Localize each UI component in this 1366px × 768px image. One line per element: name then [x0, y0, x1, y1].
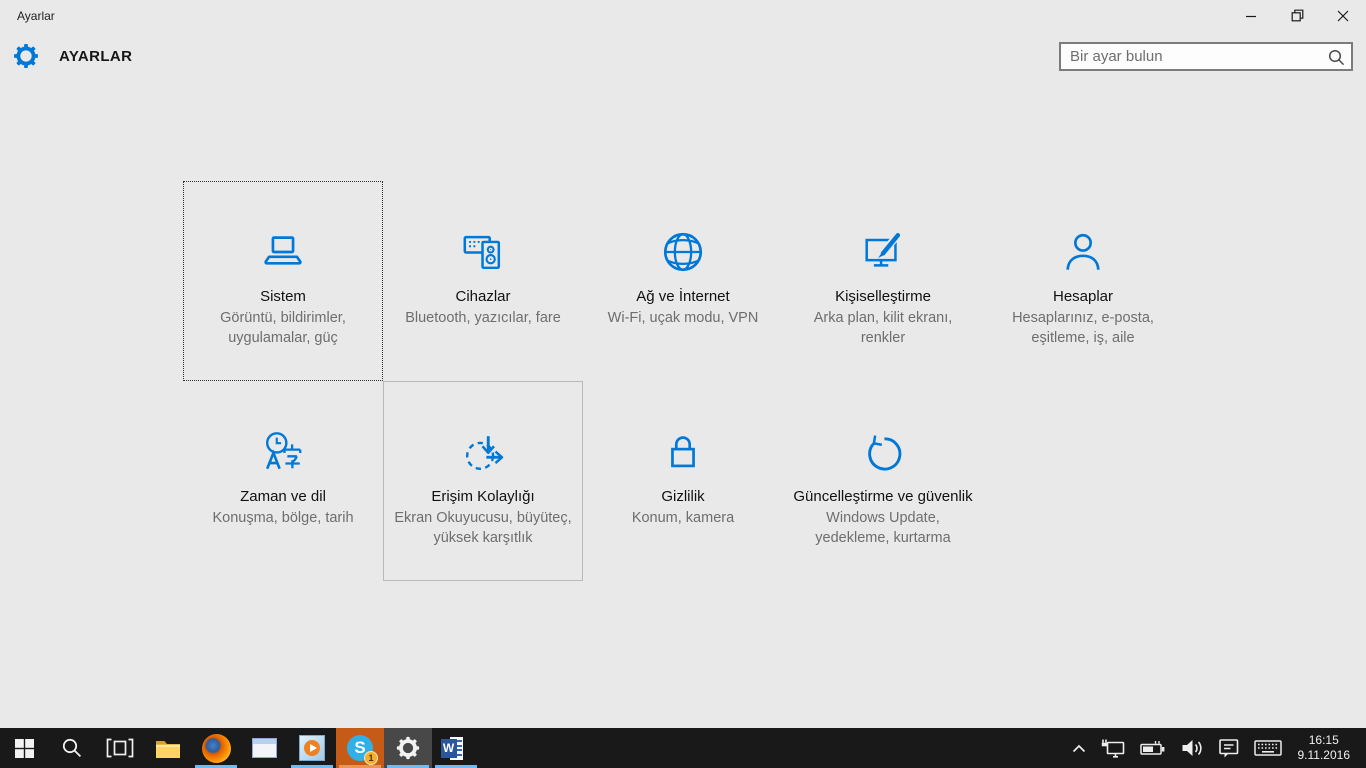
tile-guncellestirme-ve-guvenlik[interactable]: Güncelleştirme ve güvenlik Windows Updat…	[783, 381, 983, 581]
battery-charging-icon	[1140, 739, 1166, 757]
laptop-icon	[260, 229, 306, 275]
lock-icon	[660, 429, 706, 475]
task-view-button[interactable]	[96, 728, 144, 768]
action-center-button[interactable]	[1211, 728, 1247, 768]
taskbar-clock[interactable]: 16:15 9.11.2016	[1289, 733, 1361, 763]
ease-of-access-icon	[460, 429, 506, 475]
close-icon	[1337, 10, 1349, 22]
window-title: Ayarlar	[17, 9, 55, 23]
minimize-icon	[1245, 10, 1257, 22]
tile-cihazlar[interactable]: Cihazlar Bluetooth, yazıcılar, fare	[383, 181, 583, 381]
tray-time: 16:15	[1309, 733, 1339, 748]
tile-subtitle: Hesaplarınız, e-posta, eşitleme, iş, ail…	[990, 308, 1176, 348]
search-input[interactable]	[1061, 48, 1321, 65]
battery-tray-button[interactable]	[1133, 728, 1173, 768]
word-button[interactable]: W	[432, 728, 480, 768]
speaker-icon	[1180, 738, 1204, 758]
volume-tray-button[interactable]	[1173, 728, 1211, 768]
window-app-icon	[252, 738, 277, 758]
window-controls	[1228, 0, 1366, 31]
action-center-icon	[1218, 738, 1240, 759]
keyboard-icon	[1254, 739, 1282, 757]
skype-button[interactable]: S 1	[336, 728, 384, 768]
update-icon	[860, 429, 906, 475]
tile-sistem[interactable]: Sistem Görüntü, bildirimler, uygulamalar…	[183, 181, 383, 381]
window-app-button[interactable]	[240, 728, 288, 768]
tile-subtitle: Arka plan, kilit ekranı, renkler	[790, 308, 976, 348]
skype-notification-badge: 1	[364, 751, 378, 765]
tray-overflow-button[interactable]	[1064, 728, 1094, 768]
tile-subtitle: Wi-Fi, uçak modu, VPN	[608, 308, 759, 328]
taskbar-search-button[interactable]	[48, 728, 96, 768]
firefox-icon	[202, 734, 231, 763]
search-icon	[1327, 48, 1345, 66]
time-language-icon	[260, 429, 306, 475]
firefox-button[interactable]	[192, 728, 240, 768]
word-icon: W	[450, 737, 463, 760]
settings-categories-grid: Sistem Görüntü, bildirimler, uygulamalar…	[183, 181, 1183, 581]
tile-title: Cihazlar	[455, 287, 510, 307]
tile-subtitle: Bluetooth, yazıcılar, fare	[405, 308, 561, 328]
globe-icon	[660, 229, 706, 275]
tile-zaman-ve-dil[interactable]: Zaman ve dil Konuşma, bölge, tarih	[183, 381, 383, 581]
search-icon	[61, 737, 83, 759]
search-button[interactable]	[1321, 44, 1351, 69]
tile-title: Erişim Kolaylığı	[431, 487, 534, 507]
close-button[interactable]	[1320, 0, 1366, 31]
chevron-up-icon	[1071, 743, 1087, 754]
tile-subtitle: Görüntü, bildirimler, uygulamalar, güç	[190, 308, 376, 348]
tile-title: Gizlilik	[661, 487, 704, 507]
tile-kisisellestirme[interactable]: Kişiselleştirme Arka plan, kilit ekranı,…	[783, 181, 983, 381]
system-tray: 16:15 9.11.2016	[1064, 728, 1366, 768]
restore-icon	[1291, 9, 1304, 22]
tile-subtitle: Windows Update, yedekleme, kurtarma	[790, 508, 976, 548]
media-player-button[interactable]	[288, 728, 336, 768]
network-icon	[1101, 738, 1126, 758]
minimize-button[interactable]	[1228, 0, 1274, 31]
tile-subtitle: Ekran Okuyucusu, büyüteç, yüksek karşıtl…	[390, 508, 576, 548]
tile-title: Hesaplar	[1053, 287, 1113, 307]
tile-subtitle: Konuşma, bölge, tarih	[212, 508, 353, 528]
settings-taskbar-button[interactable]	[384, 728, 432, 768]
person-icon	[1060, 229, 1106, 275]
tile-ag-ve-internet[interactable]: Ağ ve İnternet Wi-Fi, uçak modu, VPN	[583, 181, 783, 381]
windows-logo-icon	[15, 739, 34, 758]
task-view-icon	[106, 738, 134, 758]
tile-erisim-kolayligi[interactable]: Erişim Kolaylığı Ekran Okuyucusu, büyüte…	[383, 381, 583, 581]
tile-title: Sistem	[260, 287, 306, 307]
touch-keyboard-button[interactable]	[1247, 728, 1289, 768]
tile-title: Güncelleştirme ve güvenlik	[793, 487, 972, 507]
start-button[interactable]	[0, 728, 48, 768]
tray-date: 9.11.2016	[1298, 748, 1351, 763]
personalization-icon	[860, 229, 906, 275]
file-explorer-button[interactable]	[144, 728, 192, 768]
network-tray-button[interactable]	[1094, 728, 1133, 768]
settings-gear-icon	[12, 42, 40, 70]
tile-title: Kişiselleştirme	[835, 287, 931, 307]
tile-title: Zaman ve dil	[240, 487, 326, 507]
tile-hesaplar[interactable]: Hesaplar Hesaplarınız, e-posta, eşitleme…	[983, 181, 1183, 381]
restore-button[interactable]	[1274, 0, 1320, 31]
tile-gizlilik[interactable]: Gizlilik Konum, kamera	[583, 381, 783, 581]
folder-icon	[155, 738, 181, 759]
tile-title: Ağ ve İnternet	[636, 287, 729, 307]
gear-icon	[395, 735, 421, 761]
taskbar: S 1 W	[0, 728, 1366, 768]
devices-icon	[460, 229, 506, 275]
search-box	[1059, 42, 1353, 71]
page-title: AYARLAR	[59, 48, 132, 65]
tile-subtitle: Konum, kamera	[632, 508, 734, 528]
media-player-icon	[299, 735, 325, 761]
